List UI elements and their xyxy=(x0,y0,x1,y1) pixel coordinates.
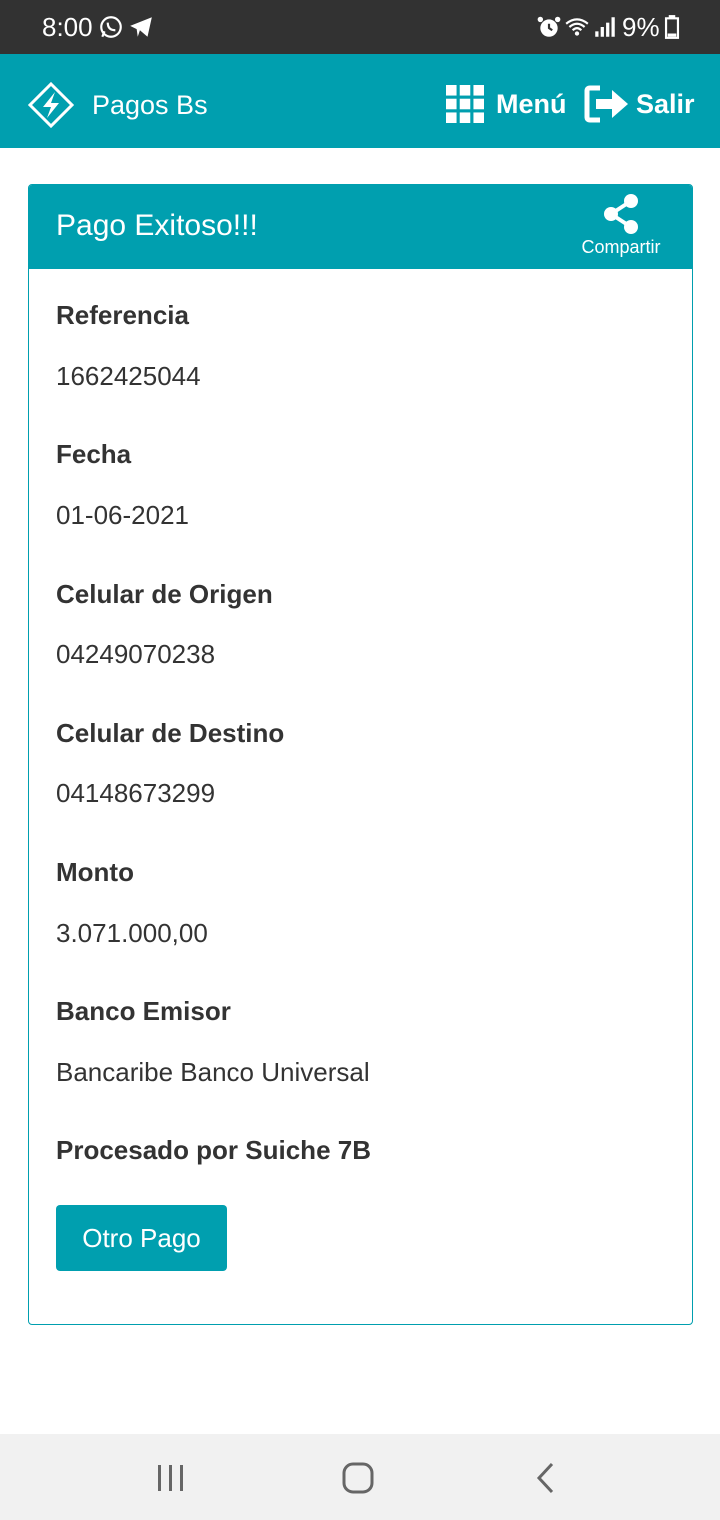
origin-phone-label: Celular de Origen xyxy=(56,579,273,609)
reference-value: 1662425044 xyxy=(56,361,201,391)
payment-receipt-card: Pago Exitoso!!! Compartir Referencia 166… xyxy=(28,184,693,1325)
exit-button[interactable]: Salir xyxy=(584,84,695,124)
wifi-icon xyxy=(565,18,589,36)
issuing-bank-value: Bancaribe Banco Universal xyxy=(56,1057,370,1087)
destination-phone-label: Celular de Destino xyxy=(56,718,285,748)
signal-icon xyxy=(595,17,615,37)
exit-label: Salir xyxy=(636,88,695,119)
amount-value: 3.071.000,00 xyxy=(56,918,208,948)
issuing-bank-label: Banco Emisor xyxy=(56,996,231,1026)
home-icon[interactable] xyxy=(342,1462,374,1494)
telegram-icon xyxy=(130,17,152,37)
battery-percent: 9% xyxy=(622,12,660,42)
whatsapp-icon xyxy=(100,16,122,38)
card-header: Pago Exitoso!!! Compartir xyxy=(29,185,692,269)
destination-phone-value: 04148673299 xyxy=(56,778,216,808)
share-icon xyxy=(604,194,638,234)
app-bar: Pagos Bs Menú Salir xyxy=(0,54,720,148)
recent-apps-icon[interactable] xyxy=(156,1464,186,1492)
date-label: Fecha xyxy=(56,439,132,469)
reference-label: Referencia xyxy=(56,300,189,330)
back-icon[interactable] xyxy=(534,1462,558,1494)
share-label: Compartir xyxy=(581,237,661,257)
logo-icon xyxy=(28,82,74,128)
sign-out-icon xyxy=(584,85,628,123)
battery-icon xyxy=(664,15,680,39)
grid-icon xyxy=(446,85,484,123)
card-title: Pago Exitoso!!! xyxy=(56,209,258,242)
amount-label: Monto xyxy=(56,857,134,887)
menu-label: Menú xyxy=(496,88,567,119)
another-payment-button[interactable]: Otro Pago xyxy=(56,1205,227,1271)
origin-phone-value: 04249070238 xyxy=(56,639,216,669)
app-title: Pagos Bs xyxy=(92,90,208,120)
status-time: 8:00 xyxy=(42,12,93,42)
date-value: 01-06-2021 xyxy=(56,500,189,530)
alarm-icon xyxy=(537,16,561,37)
share-button[interactable]: Compartir xyxy=(576,193,666,263)
status-bar: 8:00 9% xyxy=(0,0,720,54)
processed-by-text: Procesado por Suiche 7B xyxy=(56,1135,371,1165)
menu-button[interactable]: Menú xyxy=(446,84,567,124)
system-nav-bar xyxy=(0,1434,720,1520)
